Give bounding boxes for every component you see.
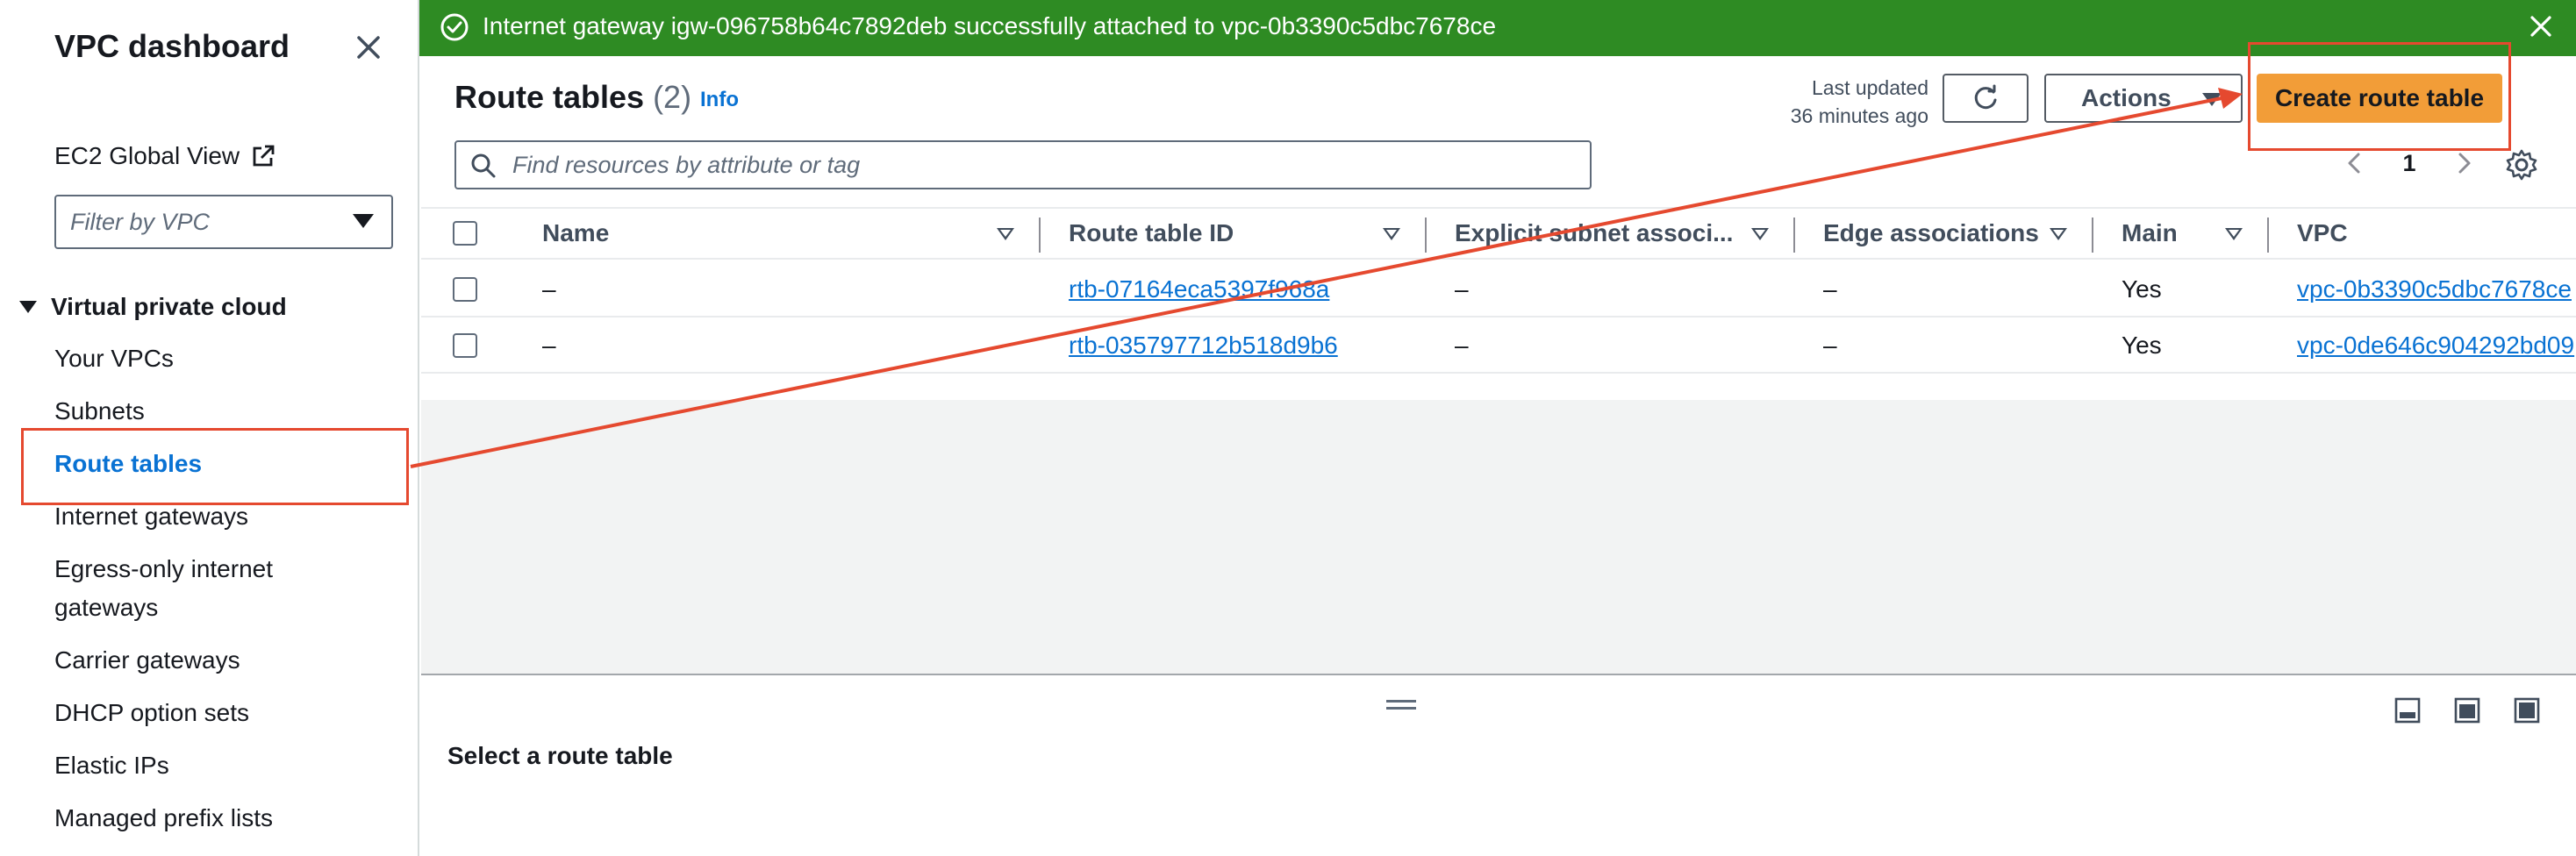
sort-icon[interactable] [1751, 228, 1769, 240]
ec2-global-view-label: EC2 Global View [54, 142, 240, 169]
cell-name: – [542, 275, 556, 303]
sidebar-item-subnets[interactable]: Subnets [54, 392, 145, 431]
vpc-filter-select[interactable]: Filter by VPC [54, 195, 393, 249]
sort-icon[interactable] [1383, 228, 1400, 240]
cell-main: Yes [2122, 332, 2162, 359]
sidebar-item-elastic-ips[interactable]: Elastic IPs [54, 746, 169, 785]
split-panel: Select a route table [421, 674, 2576, 856]
pagination: 1 [2339, 144, 2479, 182]
external-link-icon [253, 145, 275, 167]
cell-vpc-link[interactable]: vpc-0de646c904292bd09 [2297, 332, 2574, 360]
column-header-route-table-id[interactable]: Route table ID [1069, 219, 1234, 247]
route-table-count: (2) [653, 79, 692, 115]
sidebar-title: VPC dashboard [54, 28, 290, 64]
column-header-edge-associations[interactable]: Edge associations [1823, 219, 2039, 247]
cell-explicit-subnet: – [1455, 332, 1469, 359]
last-updated-time: 36 minutes ago [1790, 104, 1928, 127]
resize-handle[interactable] [1386, 700, 1416, 712]
main-content: Route tables (2) Info Last updated 36 mi… [421, 42, 2576, 856]
column-header-name[interactable]: Name [542, 219, 609, 247]
close-icon[interactable] [351, 30, 386, 65]
select-all-checkbox[interactable] [453, 221, 477, 246]
cell-edge-associations: – [1823, 332, 1837, 359]
search-icon [471, 153, 496, 178]
actions-label: Actions [2081, 84, 2172, 111]
cell-edge-associations: – [1823, 275, 1837, 303]
annotation-highlight-create-button [2248, 42, 2511, 151]
refresh-button[interactable] [1943, 74, 2029, 123]
column-divider[interactable] [1425, 218, 1427, 253]
caret-down-icon [19, 301, 37, 313]
sidebar-item-your-vpcs[interactable]: Your VPCs [54, 339, 174, 378]
page-title: Route tables (2) [454, 79, 691, 116]
gear-icon[interactable] [2504, 147, 2539, 182]
panel-bottom-icon[interactable] [2394, 696, 2422, 724]
sidebar-item-carrier-gateways[interactable]: Carrier gateways [54, 641, 240, 680]
column-divider[interactable] [1793, 218, 1795, 253]
table-row[interactable]: – rtb-07164eca5397f968a – – Yes vpc-0b33… [421, 261, 2576, 317]
cell-route-table-id-link[interactable]: rtb-035797712b518d9b6 [1069, 332, 1338, 360]
column-divider[interactable] [2092, 218, 2093, 253]
cell-main: Yes [2122, 275, 2162, 303]
sort-icon[interactable] [2050, 228, 2067, 240]
column-divider[interactable] [2267, 218, 2269, 253]
cell-explicit-subnet: – [1455, 275, 1469, 303]
close-icon[interactable] [2525, 11, 2557, 42]
flash-message: Internet gateway igw-096758b64c7892deb s… [483, 12, 1497, 39]
column-header-vpc[interactable]: VPC [2297, 219, 2348, 247]
refresh-icon [1974, 84, 1997, 110]
last-updated-label: Last updated [1811, 76, 1928, 99]
chevron-right-icon[interactable] [2448, 147, 2479, 179]
sidebar-section-label: Virtual private cloud [51, 293, 287, 320]
caret-down-icon [2202, 93, 2222, 106]
page-title-text: Route tables [454, 79, 645, 115]
table-row[interactable]: – rtb-035797712b518d9b6 – – Yes vpc-0de6… [421, 317, 2576, 374]
sidebar: VPC dashboard EC2 Global View Filter by … [0, 0, 419, 856]
sort-icon[interactable] [997, 228, 1014, 240]
column-divider[interactable] [1039, 218, 1041, 253]
table-header: Name Route table ID Explicit subnet asso… [421, 207, 2576, 260]
vpc-filter-placeholder: Filter by VPC [70, 208, 211, 235]
cell-route-table-id-link[interactable]: rtb-07164eca5397f968a [1069, 275, 1329, 303]
column-header-explicit-subnet[interactable]: Explicit subnet associ... [1455, 219, 1733, 247]
row-checkbox[interactable] [453, 333, 477, 358]
ec2-global-view-link[interactable]: EC2 Global View [54, 142, 276, 170]
caret-down-icon [353, 214, 374, 228]
sidebar-item-egress-only-gateways[interactable]: Egress-only internet [54, 550, 273, 588]
success-check-icon [440, 13, 469, 41]
chevron-left-icon[interactable] [2339, 147, 2371, 179]
info-link[interactable]: Info [700, 88, 739, 112]
sidebar-item-egress-only-gateways-line2[interactable]: gateways [54, 588, 158, 627]
column-header-main[interactable]: Main [2122, 219, 2178, 247]
cell-vpc-link[interactable]: vpc-0b3390c5dbc7678ce [2297, 275, 2572, 303]
panel-full-icon[interactable] [2513, 696, 2541, 724]
sidebar-item-managed-prefix-lists[interactable]: Managed prefix lists [54, 799, 273, 838]
actions-dropdown-button[interactable]: Actions [2044, 74, 2243, 123]
sidebar-item-dhcp-option-sets[interactable]: DHCP option sets [54, 694, 249, 732]
current-page[interactable]: 1 [2402, 150, 2415, 177]
row-checkbox[interactable] [453, 277, 477, 302]
route-tables-container: Route tables (2) Info Last updated 36 mi… [421, 42, 2576, 400]
search-bar [454, 140, 1592, 189]
search-input[interactable] [512, 147, 1565, 182]
last-updated: Last updated 36 minutes ago [1762, 74, 1928, 130]
panel-side-icon[interactable] [2453, 696, 2481, 724]
sort-icon[interactable] [2225, 228, 2243, 240]
split-panel-title: Select a route table [447, 742, 673, 769]
sidebar-section-virtual-private-cloud[interactable]: Virtual private cloud [19, 293, 287, 321]
cell-name: – [542, 332, 556, 359]
annotation-highlight-route-tables [21, 428, 409, 505]
